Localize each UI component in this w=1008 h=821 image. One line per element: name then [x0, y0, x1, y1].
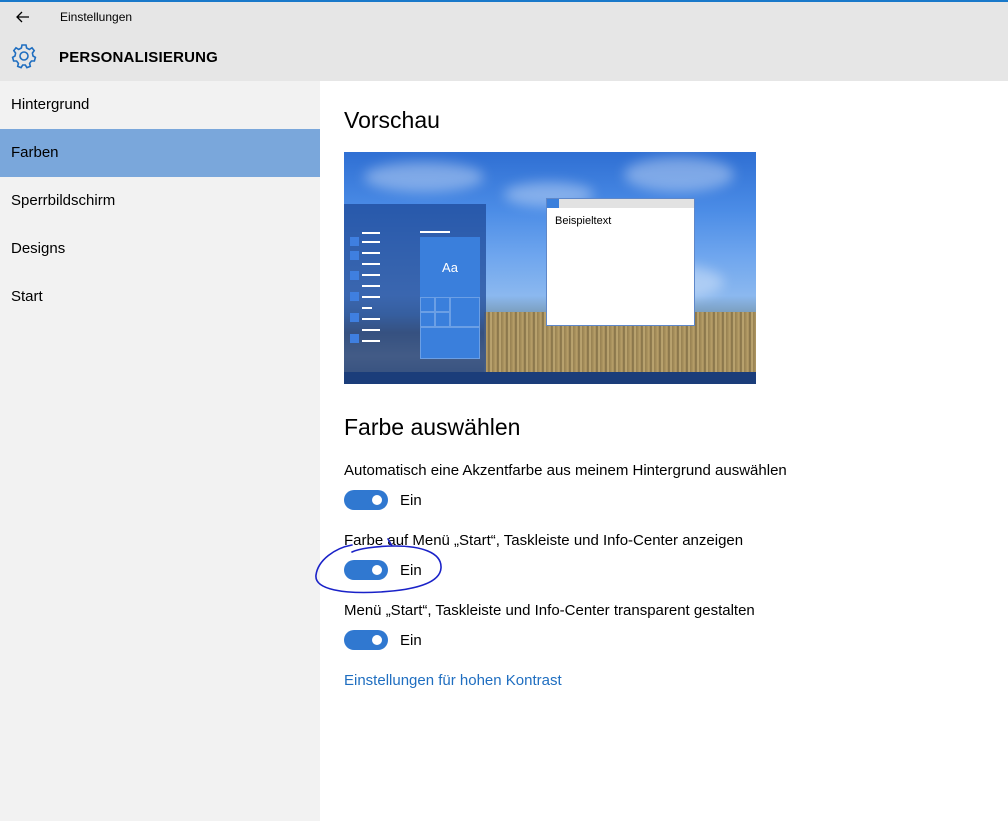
- preview-start-menu: Aa: [344, 204, 486, 384]
- sidebar-item-farben[interactable]: Farben: [0, 129, 320, 177]
- preview-app-icon: [350, 292, 359, 301]
- preview-taskbar: [344, 372, 756, 384]
- preview-sample-text: Beispieltext: [555, 215, 612, 227]
- setting-transparency-label: Menü „Start“, Taskleiste und Info-Center…: [344, 602, 755, 619]
- setting-auto-accent-row: Ein: [344, 489, 422, 511]
- sidebar-item-label: Designs: [11, 240, 66, 257]
- title-bar: Einstellungen: [0, 2, 1008, 32]
- sidebar-item-sperrbildschirm[interactable]: Sperrbildschirm: [0, 177, 320, 225]
- preview-menu-line: [362, 340, 380, 342]
- page-header: PERSONALISIERUNG: [0, 32, 1008, 81]
- sidebar-item-label: Farben: [11, 144, 59, 161]
- color-heading: Farbe auswählen: [344, 414, 521, 440]
- window-title: Einstellungen: [60, 10, 133, 24]
- toggle-state-label: Ein: [400, 491, 422, 509]
- gear-icon: [11, 44, 37, 69]
- color-start-toggle[interactable]: [344, 560, 388, 580]
- sidebar-item-designs[interactable]: Designs: [0, 225, 320, 273]
- preview-menu-line: [362, 296, 380, 298]
- setting-color-start-row: Ein: [344, 559, 422, 581]
- setting-transparency-row: Ein: [344, 629, 422, 651]
- transparency-toggle[interactable]: [344, 630, 388, 650]
- preview-cloud: [364, 162, 484, 192]
- back-arrow-icon: [16, 11, 29, 23]
- preview-heading: Vorschau: [344, 107, 440, 133]
- sidebar-item-hintergrund[interactable]: Hintergrund: [0, 81, 320, 129]
- high-contrast-link[interactable]: Einstellungen für hohen Kontrast: [344, 672, 562, 689]
- preview-app-icon: [350, 237, 359, 246]
- toggle-knob: [372, 635, 382, 645]
- preview-menu-line: [362, 274, 380, 276]
- sidebar-item-label: Sperrbildschirm: [11, 192, 116, 209]
- sidebar-item-label: Start: [11, 288, 43, 305]
- preview-menu-line: [362, 232, 380, 234]
- preview-tile: [420, 297, 435, 312]
- page-title: PERSONALISIERUNG: [59, 49, 219, 66]
- preview-sample-accent: [547, 199, 559, 208]
- preview-menu-line: [362, 307, 372, 309]
- preview-tile-large: Aa: [420, 237, 480, 297]
- preview-tile: [435, 312, 450, 327]
- preview-menu-line: [362, 329, 380, 331]
- preview-tile: [435, 297, 450, 312]
- toggle-state-label: Ein: [400, 631, 422, 649]
- preview-app-icon: [350, 251, 359, 260]
- preview-menu-line: [362, 252, 380, 254]
- preview-menu-line: [362, 318, 380, 320]
- preview-app-icon: [350, 334, 359, 343]
- preview-menu-line: [362, 241, 380, 243]
- preview-tile: [420, 312, 435, 327]
- toggle-state-label: Ein: [400, 561, 422, 579]
- setting-color-start-label: Farbe auf Menü „Start“, Taskleiste und I…: [344, 532, 744, 549]
- preview-menu-line: [362, 263, 380, 265]
- main-content: Vorschau Aa Beispieltext Farbe auswählen…: [320, 81, 1008, 821]
- toggle-knob: [372, 565, 382, 575]
- preview-image: Aa Beispieltext: [344, 152, 756, 384]
- sidebar-item-start[interactable]: Start: [0, 273, 320, 321]
- preview-menu-line: [420, 231, 450, 233]
- preview-tile: [420, 327, 480, 359]
- preview-tile: [450, 297, 480, 327]
- setting-auto-accent-label: Automatisch eine Akzentfarbe aus meinem …: [344, 462, 787, 479]
- back-button[interactable]: [10, 6, 36, 28]
- sidebar: Hintergrund Farben Sperrbildschirm Desig…: [0, 81, 320, 821]
- preview-sample-window: Beispieltext: [546, 198, 695, 326]
- sidebar-item-label: Hintergrund: [11, 96, 90, 113]
- preview-app-icon: [350, 271, 359, 280]
- toggle-knob: [372, 495, 382, 505]
- auto-accent-toggle[interactable]: [344, 490, 388, 510]
- preview-menu-line: [362, 285, 380, 287]
- preview-tile-label: Aa: [442, 259, 458, 275]
- preview-cloud: [624, 157, 734, 192]
- preview-sample-titlebar: [547, 199, 694, 208]
- preview-app-icon: [350, 313, 359, 322]
